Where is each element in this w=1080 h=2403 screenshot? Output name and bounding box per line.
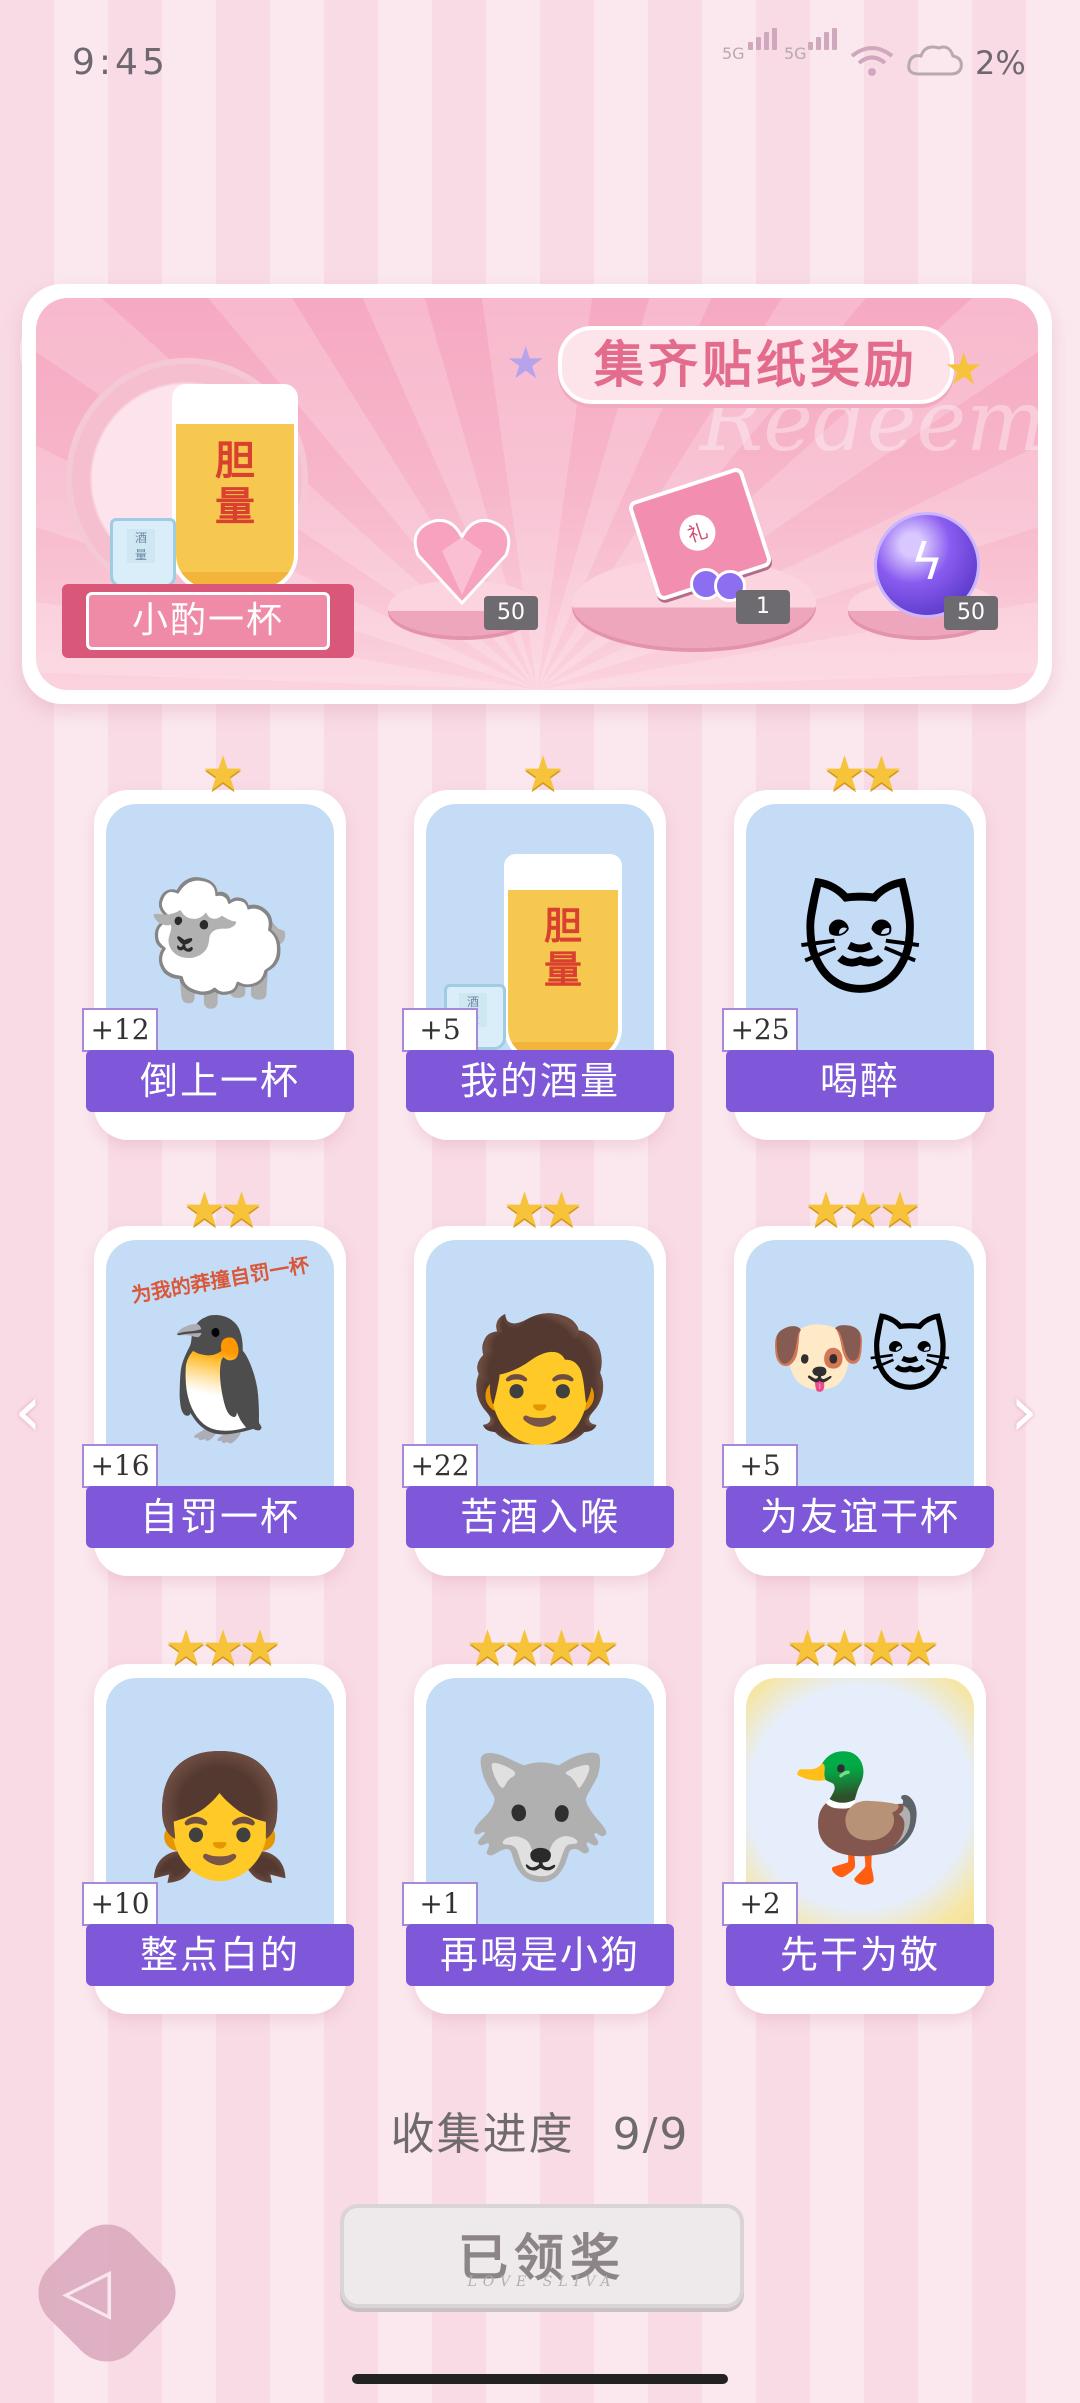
main-prize-ribbon: 小酌一杯 xyxy=(62,584,354,658)
beer-glass-art-icon: 胆 量 xyxy=(504,854,622,1062)
signal-label-1: 5G xyxy=(722,44,745,63)
purple-star-icon: ★ xyxy=(506,338,546,389)
sticker-card[interactable]: ★胆 量酒 量+5我的酒量 xyxy=(402,746,674,1140)
rarity-stars-icon: ★★ xyxy=(182,1182,263,1238)
beer-glass-icon: 胆 量 xyxy=(172,384,298,592)
bonus-badge: +1 xyxy=(402,1882,478,1926)
progress-value: 9/9 xyxy=(612,2109,690,2160)
yellow-star-icon: ★ xyxy=(944,344,984,395)
sticker-title: 我的酒量 xyxy=(406,1050,674,1112)
back-arrow-icon: ◁ xyxy=(62,2254,112,2328)
sticker-card[interactable]: ★★ 🐱 +25 喝醉 xyxy=(722,746,994,1140)
rarity-stars-icon: ★★ xyxy=(822,746,903,802)
sticker-title: 再喝是小狗 xyxy=(406,1924,674,1986)
bonus-badge: +25 xyxy=(722,1008,798,1052)
sticker-title: 倒上一杯 xyxy=(86,1050,354,1112)
sticker-title: 苦酒入喉 xyxy=(406,1486,674,1548)
status-bar: 9:45 5G 5G 2% xyxy=(0,0,1080,120)
sticker-card[interactable]: ★★★ 🐶🐱 +5 为友谊干杯 xyxy=(722,1182,994,1576)
bonus-badge: +22 xyxy=(402,1444,478,1488)
sticker-card[interactable]: ★ 🐑 +12 倒上一杯 xyxy=(82,746,354,1140)
bonus-badge: +5 xyxy=(722,1444,798,1488)
rarity-stars-icon: ★★★ xyxy=(164,1620,281,1676)
rarity-stars-icon: ★★★ xyxy=(804,1182,921,1238)
collection-progress: 收集进度 9/9 xyxy=(0,2098,1080,2162)
claimed-sub-label: LOVE SLIVA xyxy=(467,2274,617,2290)
rarity-stars-icon: ★ xyxy=(201,746,244,802)
bonus-badge: +5 xyxy=(402,1008,478,1052)
sticker-title: 先干为敬 xyxy=(726,1924,994,1986)
sticker-card[interactable]: ★★★ 👧 +10 整点白的 xyxy=(82,1620,354,2014)
small-cup-icon: 酒 量 xyxy=(110,518,176,588)
rarity-stars-icon: ★★ xyxy=(502,1182,583,1238)
home-indicator[interactable] xyxy=(352,2374,728,2384)
sticker-title: 自罚一杯 xyxy=(86,1486,354,1548)
prev-page-arrow[interactable]: ‹ xyxy=(14,1370,42,1452)
status-time: 9:45 xyxy=(72,42,169,83)
sticker-card[interactable]: ★★ 🧑 +22 苦酒入喉 xyxy=(402,1182,674,1576)
sticker-title: 为友谊干杯 xyxy=(726,1486,994,1548)
bonus-badge: +12 xyxy=(82,1008,158,1052)
bonus-badge: +10 xyxy=(82,1882,158,1926)
cup-text: 酒 量 xyxy=(127,529,155,563)
battery-level: 2% xyxy=(975,44,1026,82)
reward-count-1: 50 xyxy=(484,596,538,630)
bonus-badge: +2 xyxy=(722,1882,798,1926)
glass-text: 胆 量 xyxy=(215,438,255,530)
bonus-badge: +16 xyxy=(82,1444,158,1488)
rarity-stars-icon: ★★★★ xyxy=(465,1620,620,1676)
rarity-stars-icon: ★ xyxy=(521,746,564,802)
wifi-icon xyxy=(850,46,894,76)
weather-cloud-icon xyxy=(907,45,963,76)
heart-gem-icon xyxy=(413,518,511,606)
card-caption: 为我的莽撞自罚一杯 xyxy=(129,1252,311,1308)
gift-box-char: 礼 xyxy=(674,510,721,556)
claimed-button[interactable]: 已领奖 LOVE SLIVA xyxy=(340,2204,744,2308)
sticker-card[interactable]: ★★★★ 🐺 +1 再喝是小狗 xyxy=(402,1620,674,2014)
sticker-card[interactable]: ★★ 🐧 为我的莽撞自罚一杯 +16 自罚一杯 xyxy=(82,1182,354,1576)
glass-text: 胆 量 xyxy=(543,904,582,992)
next-page-arrow[interactable]: › xyxy=(1010,1370,1038,1452)
main-prize-label: 小酌一杯 xyxy=(86,592,330,650)
sticker-title: 喝醉 xyxy=(726,1050,994,1112)
reward-count-2: 1 xyxy=(736,590,790,624)
signal-label-2: 5G xyxy=(784,44,807,63)
reward-count-3: 50 xyxy=(944,596,998,630)
sticker-title: 整点白的 xyxy=(86,1924,354,1986)
progress-label: 收集进度 xyxy=(390,2109,575,2160)
rarity-stars-icon: ★★★★ xyxy=(785,1620,940,1676)
banner-title: 集齐贴纸奖励 xyxy=(558,326,954,404)
sticker-card[interactable]: ★★★★ 🦆 +2 先干为敬 xyxy=(722,1620,994,2014)
